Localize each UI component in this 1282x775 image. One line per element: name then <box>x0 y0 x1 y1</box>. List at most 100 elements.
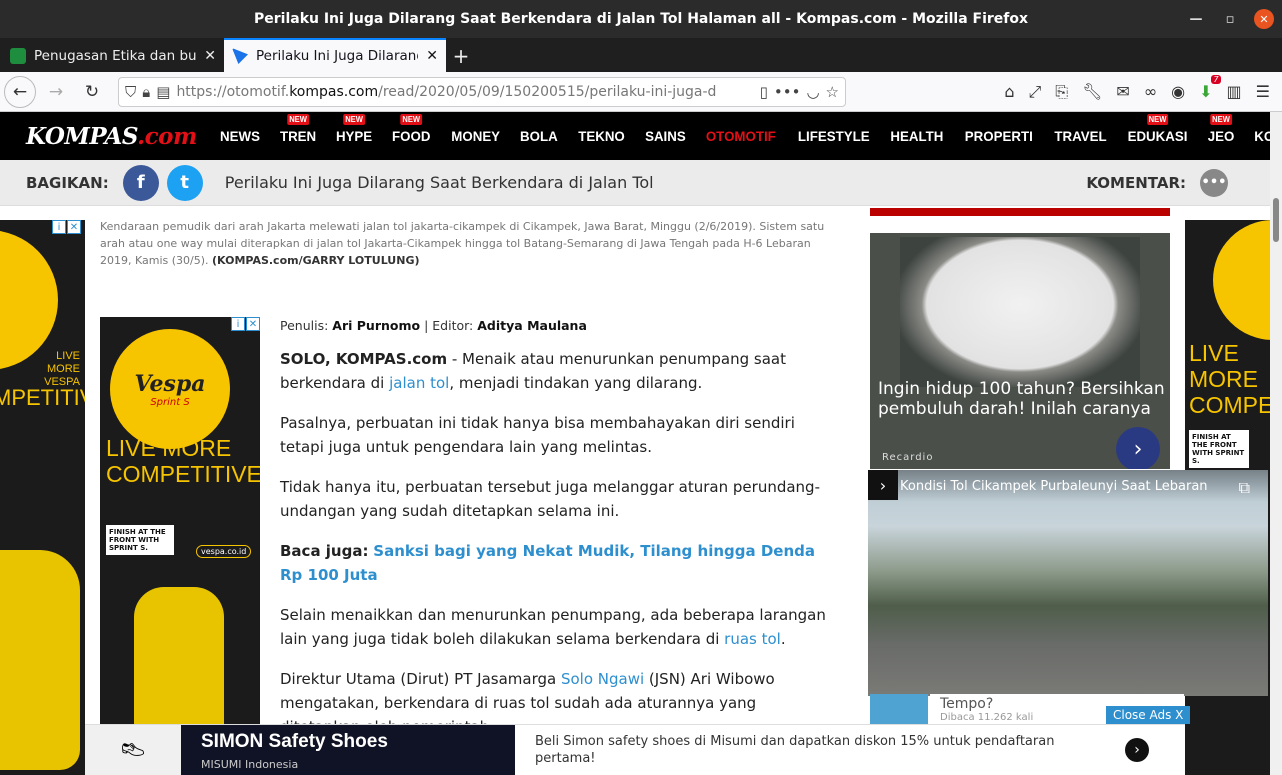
ad-choices[interactable]: i ✕ <box>52 220 81 234</box>
sidebar-icon[interactable]: ▥ <box>1227 82 1242 101</box>
account-icon[interactable]: ◉ <box>1171 82 1185 101</box>
menu-item-hype[interactable]: HYPE NEW <box>336 114 372 144</box>
url-bar[interactable]: ⛉ 🔒︎ ▤ https://otomotif.kompas.com/read/… <box>118 76 846 107</box>
new-tab-button[interactable]: + <box>446 40 476 72</box>
comment-bubble-icon[interactable]: ••• <box>1200 168 1228 197</box>
facebook-share-icon[interactable]: f <box>122 164 159 201</box>
shoes-image: 👞︎ <box>85 725 181 775</box>
scooter-image <box>134 587 224 727</box>
chevron-right-icon[interactable]: › <box>1116 427 1160 469</box>
minimize-icon[interactable]: — <box>1186 9 1206 29</box>
bookmark-star-icon[interactable]: ☆ <box>826 83 839 101</box>
caption-credit: (KOMPAS.com/GARRY LOTULUNG) <box>212 254 420 267</box>
dateline: SOLO, KOMPAS.com <box>280 350 448 368</box>
menu-item-health[interactable]: HEALTH <box>891 128 944 144</box>
url-text[interactable]: https://otomotif.kompas.com/read/2020/05… <box>176 84 753 100</box>
share-bar: BAGIKAN: f t Perilaku Ini Juga Dilarang … <box>0 160 1282 206</box>
new-badge: NEW <box>1146 114 1168 125</box>
download-icon[interactable]: ⬇ 7 <box>1199 75 1221 101</box>
forward-button[interactable]: → <box>40 76 72 108</box>
fullscreen-icon[interactable]: ⤢ <box>1028 82 1041 102</box>
ad-choices[interactable]: i ✕ <box>231 317 260 331</box>
ad-slogan: LIVE MORE COMPE <box>1189 340 1270 418</box>
window-title: Perilaku Ini Juga Dilarang Saat Berkenda… <box>253 11 1029 27</box>
solo-ngawi-link[interactable]: Solo Ngawi <box>561 670 644 688</box>
menu-item-label: NEWS <box>219 128 260 144</box>
menu-item-food[interactable]: FOOD NEW <box>392 114 431 144</box>
vespa-brand: Vespa <box>134 370 206 397</box>
chevron-right-icon[interactable]: › <box>1125 738 1149 762</box>
menu-item-label: HEALTH <box>890 128 944 144</box>
editor-label: | Editor: <box>424 318 474 333</box>
page-viewport: KOMPAS.com NEWS TREN NEW HYPE NEW FOOD NEW MONE… <box>0 112 1282 775</box>
lock-icon[interactable]: 🔒︎ <box>142 83 150 101</box>
menu-item-jeo[interactable]: JEO NEW <box>1207 114 1234 144</box>
shield-icon[interactable]: ⛉ <box>125 83 136 101</box>
wrench-icon[interactable]: 🔧︎ <box>1082 82 1102 101</box>
scrollbar-thumb[interactable] <box>1273 198 1279 242</box>
penulis-name[interactable]: Ari Purnomo <box>332 318 420 333</box>
ruas-tol-link[interactable]: ruas tol <box>724 630 781 648</box>
menu-item-bola[interactable]: BOLA <box>520 128 558 144</box>
close-tab-icon[interactable]: ✕ <box>204 48 216 64</box>
save-icon[interactable]: ⎘ <box>1055 82 1068 102</box>
menu-item-label: LIFESTYLE <box>797 128 870 144</box>
mail-icon[interactable]: ✉ <box>1116 82 1129 101</box>
ad-close-icon[interactable]: ✕ <box>67 220 81 234</box>
pocket-icon[interactable]: ◡ <box>806 83 819 101</box>
menu-item-news[interactable]: NEWS <box>220 128 260 144</box>
share-label: BAGIKAN: <box>26 173 109 192</box>
inline-vespa-ad[interactable]: i ✕ Vespa Sprint S LIVE MORE COMPETITIVE … <box>100 317 260 727</box>
ad-close-icon[interactable]: ✕ <box>246 317 260 331</box>
menu-item-label: BOLA <box>519 128 558 144</box>
menu-item-label: TREN <box>279 128 316 144</box>
video-player[interactable]: Kondisi Tol Cikampek Purbaleunyi Saat Le… <box>868 470 1268 696</box>
home-icon[interactable]: ⌂ <box>1004 82 1014 101</box>
menu-item-travel[interactable]: TRAVEL <box>1054 128 1106 144</box>
permissions-icon[interactable]: ▤ <box>156 83 170 101</box>
close-tab-icon[interactable]: ✕ <box>426 48 438 64</box>
tab-bar: Penugasan Etika dan buda ✕ Perilaku Ini … <box>0 38 1282 72</box>
ad-subtitle: MISUMI Indonesia <box>201 758 299 771</box>
menu-item-edukasi[interactable]: EDUKASI NEW <box>1127 114 1187 144</box>
jalan-tol-link[interactable]: jalan tol <box>389 374 449 392</box>
menu-item-properti[interactable]: PROPERTI <box>965 128 1033 144</box>
menu-icon[interactable]: ☰ <box>1256 82 1270 101</box>
editor-name[interactable]: Aditya Maulana <box>477 318 587 333</box>
native-ad[interactable]: Ingin hidup 100 tahun? Bersihkan pembulu… <box>870 233 1170 469</box>
external-link-icon[interactable]: ⧉ <box>1239 478 1250 498</box>
reader-view-icon[interactable]: ▯ <box>760 83 768 101</box>
mask-icon[interactable]: ∞ <box>1144 82 1157 101</box>
video-expand-icon[interactable]: › <box>868 470 898 500</box>
menu-item-otomotif[interactable]: OTOMOTIF <box>706 128 776 144</box>
menu-item-tren[interactable]: TREN NEW <box>279 114 316 144</box>
sidebar-red-bar <box>870 208 1170 216</box>
video-title: Kondisi Tol Cikampek Purbaleunyi Saat Le… <box>868 470 1268 502</box>
ad-slogan: LIVE MORE VESPA <box>44 350 80 388</box>
bottom-banner-ad[interactable]: 👞︎ SIMON Safety Shoes MISUMI Indonesia B… <box>85 724 1185 775</box>
kompas-logo[interactable]: KOMPAS.com <box>26 123 197 150</box>
photo-caption: Kendaraan pemudik dari arah Jakarta mele… <box>100 218 840 269</box>
menu-item-sains[interactable]: SAINS <box>645 128 686 144</box>
comment-section-link[interactable]: KOMENTAR: ••• <box>1086 168 1228 197</box>
menu-item-tekno[interactable]: TEKNO <box>578 128 625 144</box>
page-actions-icon[interactable]: ••• <box>774 83 801 101</box>
back-button[interactable]: ← <box>4 75 36 108</box>
ad-title: SIMON Safety Shoes <box>201 731 388 752</box>
close-ads-button[interactable]: Close Ads X <box>1106 706 1191 724</box>
left-skyscraper-ad[interactable]: i✕ LIVEMOREVESPA COMPETITIVE <box>0 220 85 775</box>
ad-info-icon[interactable]: i <box>231 317 245 331</box>
menu-item-lifestyle[interactable]: LIFESTYLE <box>798 128 870 144</box>
reload-button[interactable]: ↻ <box>76 76 108 108</box>
menu-item-money[interactable]: MONEY <box>451 128 500 144</box>
paragraph-text: Direktur Utama (Dirut) PT Jasamarga <box>280 670 561 688</box>
vespa-logo-circle <box>0 230 58 370</box>
tab-kompas[interactable]: Perilaku Ini Juga Dilarang ✕ <box>224 38 446 72</box>
ad-info-icon[interactable]: i <box>52 220 66 234</box>
kompas-favicon-icon <box>232 48 248 64</box>
twitter-share-icon[interactable]: t <box>166 164 203 201</box>
maximize-icon[interactable]: ▫ <box>1220 9 1240 29</box>
close-window-icon[interactable]: ✕ <box>1254 9 1274 29</box>
scrollbar[interactable] <box>1270 112 1282 775</box>
tab-penugasan[interactable]: Penugasan Etika dan buda ✕ <box>2 40 224 72</box>
